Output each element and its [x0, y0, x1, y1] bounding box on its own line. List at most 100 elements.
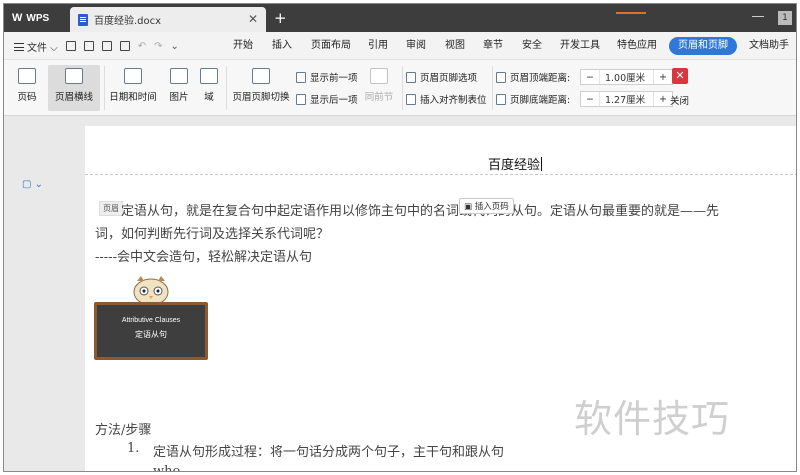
calendar-icon	[124, 68, 142, 84]
tab-references[interactable]: 引用	[368, 32, 388, 60]
header-line-button[interactable]: 页眉横线	[48, 65, 100, 111]
page-number-small-icon: ▣	[464, 202, 475, 212]
date-time-button[interactable]: 日期和时间	[108, 68, 158, 103]
options-icon	[406, 71, 416, 83]
open-icon[interactable]	[65, 41, 76, 51]
footer-bottom-distance-stepper[interactable]: − 1.27厘米 +	[580, 91, 673, 107]
ribbon-separator	[226, 66, 227, 110]
file-menu-label: 文件	[27, 42, 47, 54]
header-top-distance: 页眉顶端距离:	[496, 70, 570, 84]
chalkboard-subtitle: 定语从句	[135, 330, 167, 339]
picture-label: 图片	[169, 92, 189, 103]
header-footer-options-button[interactable]: 页眉页脚选项	[406, 70, 477, 84]
tab-developer[interactable]: 开发工具	[560, 32, 600, 60]
page-number-button[interactable]: 页码	[14, 68, 40, 103]
print-preview-icon[interactable]	[119, 41, 130, 51]
tab-features[interactable]: 特色应用	[617, 32, 657, 60]
date-time-label: 日期和时间	[109, 92, 157, 103]
header-line-label: 页眉横线	[54, 92, 93, 103]
save-icon[interactable]	[83, 41, 94, 51]
header-badge: 页眉	[99, 201, 123, 216]
field-label: 域	[204, 92, 214, 103]
paragraph-line-1: 定语从句，就是在复合句中起定语作用以修饰主句中的名词或代词的从句。定语从句最重要…	[121, 204, 720, 219]
ribbon-separator	[402, 66, 403, 110]
header-boundary	[85, 174, 796, 175]
insert-page-number-label: 插入页码	[474, 202, 509, 212]
section-heading: 方法/步骤	[95, 423, 152, 438]
file-menu[interactable]: 文件 ⌵	[14, 39, 58, 54]
header-top-distance-stepper[interactable]: − 1.00厘米 +	[580, 69, 673, 85]
list-item-continuation: who	[153, 464, 181, 472]
menu-bar: 文件 ⌵ ↶ ↷ ⌄ 开始 插入 页面布局 引用 审阅 视图 章节 安全 开发工…	[4, 32, 796, 60]
same-as-previous-icon	[370, 68, 388, 84]
close-tab-icon[interactable]: ✕	[248, 12, 258, 26]
show-previous-label: 显示前一项	[310, 73, 358, 84]
redo-icon[interactable]: ↷	[154, 41, 162, 52]
chalkboard-title: Attributive Clauses	[121, 317, 181, 324]
new-tab-button[interactable]: +	[274, 9, 287, 27]
wps-app-label: WPS	[26, 12, 50, 24]
close-header-footer-button[interactable]: 关闭	[670, 93, 689, 107]
header-title[interactable]: 百度经验	[488, 154, 543, 173]
align-tab-icon	[406, 93, 416, 105]
footer-bottom-distance-label: 页脚底端距离:	[510, 95, 571, 106]
header-top-distance-value[interactable]: 1.00厘米	[598, 70, 654, 84]
tab-insert[interactable]: 插入	[272, 32, 292, 60]
page-number-label: 页码	[17, 92, 37, 103]
print-icon[interactable]	[101, 41, 112, 51]
wps-app-tab[interactable]: W WPS	[4, 4, 66, 32]
decrement-button[interactable]: −	[581, 94, 599, 105]
paragraph-line-3: -----会中文会造句，轻松解决定语从句	[95, 250, 312, 265]
show-next-button[interactable]: 显示后一项	[296, 92, 358, 106]
ribbon-separator	[492, 66, 493, 110]
document-map-icon[interactable]: ▢ ⌄	[22, 179, 43, 190]
tab-page-layout[interactable]: 页面布局	[311, 32, 351, 60]
show-previous-icon	[296, 71, 306, 83]
tab-review[interactable]: 审阅	[406, 32, 426, 60]
tab-chapter[interactable]: 章节	[483, 32, 503, 60]
header-title-text: 百度经验	[488, 158, 541, 173]
document-tab-label: 百度经验.docx	[94, 16, 162, 27]
switch-header-footer-button[interactable]: 页眉页脚切换	[230, 68, 292, 103]
minimize-icon[interactable]	[752, 16, 764, 17]
ribbon-toolbar: 页码 页眉横线 日期和时间 图片 域 页眉页脚切换 显示前一项 显示后一项 同前…	[4, 60, 796, 116]
page-number-icon	[18, 68, 36, 84]
document-tab[interactable]: 百度经验.docx ✕	[70, 7, 266, 32]
same-as-previous-button[interactable]: 同前节	[364, 68, 394, 103]
customize-toolbar-icon[interactable]: ⌄	[171, 41, 179, 52]
undo-icon[interactable]: ↶	[138, 41, 146, 52]
paragraph-line-2: 词，如何判断先行词及选择关系代词呢？	[95, 227, 330, 242]
header-top-distance-label: 页眉顶端距离:	[510, 73, 571, 84]
footer-bottom-distance-value[interactable]: 1.27厘米	[598, 92, 654, 106]
tab-home[interactable]: 开始	[233, 32, 253, 60]
picture-button[interactable]: 图片	[164, 68, 194, 103]
show-previous-button[interactable]: 显示前一项	[296, 70, 358, 84]
wps-logo-icon: W	[12, 12, 23, 24]
tab-security[interactable]: 安全	[522, 32, 542, 60]
insert-page-number-button[interactable]: ▣ 插入页码	[459, 198, 514, 214]
list-item-1: 定语从句形成过程：将一句话分成两个句子，主干句和跟从句	[153, 445, 505, 460]
document-icon	[78, 13, 88, 26]
decrement-button[interactable]: −	[581, 72, 599, 83]
list-number: 1.	[127, 441, 140, 456]
increment-button[interactable]: +	[654, 72, 672, 83]
quick-access-toolbar: 文件 ⌵ ↶ ↷ ⌄	[14, 32, 179, 60]
tab-view[interactable]: 视图	[445, 32, 465, 60]
window-count-badge[interactable]: 1	[778, 11, 792, 25]
close-icon[interactable]: ✕	[672, 68, 688, 84]
tab-doc-assistant[interactable]: 文档助手	[749, 32, 789, 60]
close-header-footer-label: 关闭	[670, 96, 690, 107]
field-button[interactable]: 域	[199, 68, 219, 103]
menu-icon	[14, 42, 24, 51]
insert-align-tab-label: 插入对齐制表位	[420, 95, 487, 106]
header-line-icon	[65, 68, 83, 84]
switch-header-footer-label: 页眉页脚切换	[232, 92, 290, 103]
show-next-icon	[296, 93, 306, 105]
wps-window: W WPS 百度经验.docx ✕ + 1 文件 ⌵ ↶ ↷ ⌄ 开始 插入 页…	[3, 3, 797, 472]
title-bar: W WPS 百度经验.docx ✕ + 1	[4, 4, 796, 32]
show-next-label: 显示后一项	[310, 95, 358, 106]
field-icon	[200, 68, 218, 84]
tab-header-footer[interactable]: 页眉和页脚	[669, 37, 737, 55]
insert-align-tab-button[interactable]: 插入对齐制表位	[406, 92, 487, 106]
text-cursor	[541, 157, 543, 171]
